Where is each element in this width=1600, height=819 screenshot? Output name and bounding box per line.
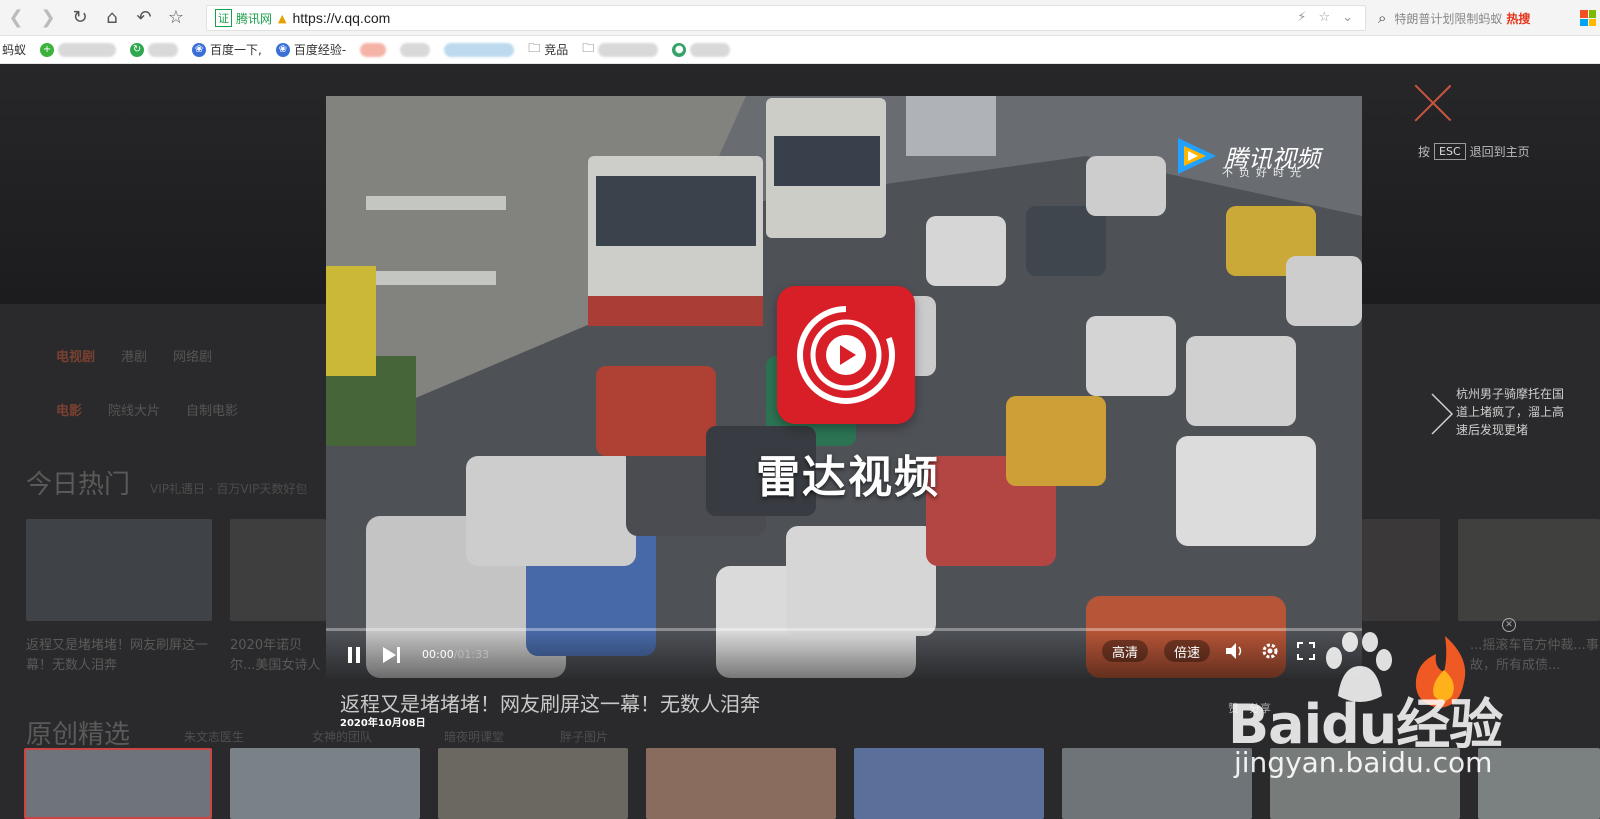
cert-label: 腾讯网 [236,11,273,26]
favorite-icon[interactable]: ☆ [1318,10,1330,25]
bookmark-item[interactable]: ❀ 百度经验- [275,41,346,58]
search-icon[interactable]: ⌕ [1378,9,1386,27]
video-player[interactable]: 腾讯视频 不负好时光 雷达视频 00:00/01:33 高清 倍速 [326,96,1362,678]
bookmark-folder[interactable]: 🗀 竞品 [528,39,568,60]
original-tag[interactable]: 女神的团队 [312,728,372,745]
apps-icon[interactable] [1580,10,1596,26]
video-date: 2020年10月08日 [340,718,426,729]
radar-video-text: 雷达视频 [756,452,940,503]
bookmark-icon: + [40,42,55,57]
player-controls: 00:00/01:33 高清 倍速 [326,631,1362,678]
bookmarks-bar: 蚂蚁 + ↻ ❀ 百度一下, ❀ 百度经验- 🗀 竞品 🗀 ● [0,36,1600,64]
radar-video-logo [777,286,915,424]
hot-search-badge[interactable]: 热搜 [1506,10,1530,27]
radar-icon [797,304,895,404]
category-main-tv[interactable]: 电视剧 [56,346,95,365]
time-display: 00:00/01:33 [422,648,489,661]
category-link[interactable]: 院线大片 [108,400,160,419]
settings-icon[interactable] [1261,642,1279,660]
original-video-thumb[interactable] [854,748,1044,819]
cert-icon: 证 [215,9,232,27]
watermark-url: jingyan.baidu.com [1234,746,1493,779]
original-section-title: 原创精选 [26,720,131,750]
bookmark-item[interactable] [360,42,387,57]
globe-icon: ● [672,42,687,57]
hot-section-title: 今日热门 [26,470,131,500]
baidu-paw-icon: ❀ [275,42,290,57]
reload-icon[interactable]: ↻ [64,0,96,36]
tencent-play-icon [1178,138,1216,174]
category-link[interactable]: 港剧 [121,346,147,365]
browser-search[interactable]: ⌕ 特朗普计划限制蚂蚁 热搜 [1378,5,1578,31]
baidu-paw-icon: ❀ [192,42,207,57]
volume-icon[interactable] [1226,643,1244,659]
total-time: /01:33 [453,648,490,661]
lock-icon: ▲ [278,11,287,25]
speed-button[interactable]: 倍速 [1164,640,1211,662]
bookmark-item[interactable]: 蚂蚁 [2,41,26,58]
folder-icon: 🗀 [528,41,541,55]
bookmark-item[interactable]: ❀ 百度一下, [192,41,262,58]
original-tag[interactable]: 朱文志医生 [184,728,244,745]
esc-key: ESC [1434,143,1466,160]
close-icon[interactable]: ✕ [1502,618,1516,632]
chevron-right-icon[interactable] [1428,392,1456,436]
forward-icon[interactable]: ❯ [32,0,64,36]
quality-button[interactable]: 高清 [1102,640,1149,662]
original-tag[interactable]: 胖子图片 [560,728,608,745]
back-icon[interactable]: ❮ [0,0,32,36]
hot-video-thumb[interactable] [1458,519,1600,621]
close-icon[interactable] [1410,80,1456,126]
hot-video-thumb[interactable] [230,519,326,621]
video-title: 返程又是堵堵堵！网友刷屏这一幕！无数人泪奔 [340,692,760,716]
folder-icon: 🗀 [582,41,595,55]
address-bar[interactable]: 证 腾讯网 ▲ https://v.qq.com ⚡ ☆ ⌄ [206,5,1366,31]
category-main-movie[interactable]: 电影 [56,400,82,419]
bookmark-folder[interactable]: 🗀 [582,39,659,60]
category-row-movie: 电影 院线大片 自制电影 [56,400,238,419]
hot-video-thumb[interactable] [1362,519,1440,621]
esc-hint: 按 ESC 退回到主页 [1418,143,1530,160]
bookmark-item[interactable]: ● [672,42,731,57]
next-video-title[interactable]: 杭州男子骑摩托在国道上堵疯了，溜上高速后发现更堵 [1456,385,1568,439]
original-video-thumb[interactable] [24,748,212,819]
category-link[interactable]: 网络剧 [173,346,212,365]
bookmark-item[interactable] [400,42,431,57]
bookmark-icon: ↻ [130,42,145,57]
hot-section-subtitle[interactable]: VIP礼遇日 · 百万VIP天数好包 [150,480,307,497]
search-suggestion[interactable]: 特朗普计划限制蚂蚁 [1394,10,1502,27]
bookmark-item[interactable]: + [40,42,117,57]
hot-video-caption[interactable]: 返程又是堵堵堵！网友刷屏这一幕！无数人泪奔 [26,636,212,676]
hot-video-thumb[interactable] [26,519,212,621]
bookmark-item[interactable] [444,42,515,57]
original-video-thumb[interactable] [438,748,628,819]
pause-icon[interactable] [344,646,364,663]
category-link[interactable]: 自制电影 [186,400,238,419]
original-video-thumb[interactable] [1062,748,1252,819]
fullscreen-icon[interactable] [1297,642,1315,660]
original-video-thumb[interactable] [230,748,420,819]
url-text[interactable]: https://v.qq.com [292,10,390,26]
browser-toolbar: ❮ ❯ ↻ ⌂ ↶ ☆ 证 腾讯网 ▲ https://v.qq.com ⚡ ☆… [0,0,1600,36]
original-video-thumb[interactable] [646,748,836,819]
home-icon[interactable]: ⌂ [96,0,128,36]
chevron-down-icon[interactable]: ⌄ [1342,10,1353,25]
brand-slogan: 不负好时光 [1222,166,1307,179]
star-icon[interactable]: ☆ [160,0,192,36]
current-time: 00:00 [422,648,454,661]
hot-video-caption[interactable]: 2020年诺贝尔...美国女诗人格... [230,636,326,676]
original-tag[interactable]: 暗夜明课堂 [444,728,504,745]
category-row-tv: 电视剧 港剧 网络剧 [56,346,212,365]
next-icon[interactable] [382,646,402,663]
undo-icon[interactable]: ↶ [128,0,160,36]
lightning-icon[interactable]: ⚡ [1297,10,1306,25]
bookmark-item[interactable]: ↻ [130,42,179,57]
